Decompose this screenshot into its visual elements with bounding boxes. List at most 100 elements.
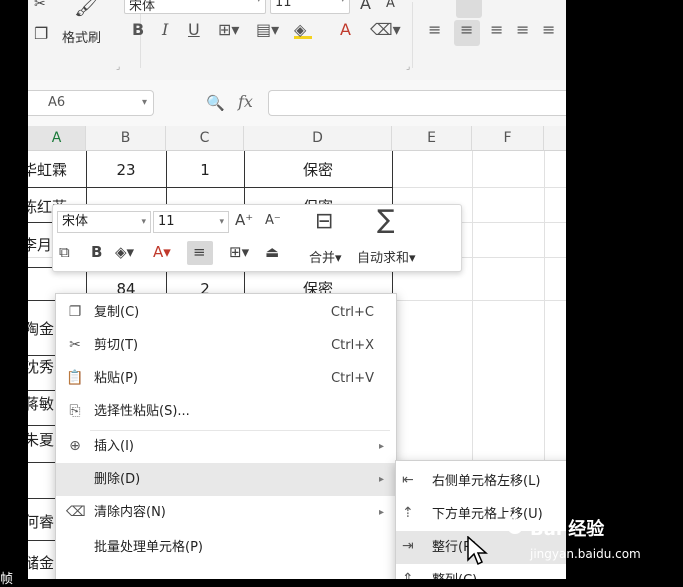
menu-item-paste-special[interactable]: ⎘ 选择性粘贴(S)... xyxy=(56,395,396,428)
border-icon[interactable]: ⊞▾ xyxy=(229,243,249,261)
format-painter-icon[interactable]: ⏏ xyxy=(265,243,279,261)
align-center-icon[interactable]: ≡ xyxy=(193,243,206,261)
menu-item-delete[interactable]: 删除(D) ▸ xyxy=(56,463,396,496)
eraser-icon: ⌫ xyxy=(66,504,86,520)
column-header-g[interactable] xyxy=(544,126,566,151)
bold-button[interactable]: B xyxy=(132,20,144,39)
merge-button[interactable]: 合并▾ xyxy=(309,247,342,266)
cell-a5[interactable]: 陶金 xyxy=(28,312,54,346)
menu-item-batch[interactable]: 批量处理单元格(P) xyxy=(56,531,396,564)
font-color-button[interactable]: A xyxy=(340,20,351,39)
italic-button[interactable]: I xyxy=(162,20,168,39)
cell-a11[interactable]: 储金 xyxy=(28,546,54,579)
column-header-f[interactable]: F xyxy=(472,126,544,151)
underline-button[interactable]: U xyxy=(188,20,200,39)
spreadsheet-window: ✂ ❐ 🖌 格式刷 宋体 ▾ 11 ▾ A A B I U ⊞▾ ▤▾ ◈ A … xyxy=(28,0,566,579)
menu-item-label: 选择性粘贴(S)... xyxy=(94,404,190,419)
table-border xyxy=(28,540,58,541)
eraser-icon[interactable]: ⌫▾ xyxy=(370,20,401,39)
merge-icon[interactable]: ⊟ xyxy=(315,209,333,234)
shift-left-icon: ⇤ xyxy=(402,472,414,488)
format-painter-icon[interactable]: 🖌 xyxy=(74,0,99,18)
font-name-select[interactable]: 宋体 ▾ xyxy=(124,0,266,14)
formula-bar: A6 ▾ 🔍 fx xyxy=(28,80,566,126)
formula-input[interactable] xyxy=(268,90,566,116)
clipboard-icon: 📋 xyxy=(66,370,84,386)
menu-item-paste[interactable]: 📋 粘贴(P) Ctrl+V xyxy=(56,362,396,395)
column-header-a[interactable]: A xyxy=(28,126,86,151)
font-color-icon[interactable]: A▾ xyxy=(153,243,171,261)
submenu-label: 右侧单元格左移(L) xyxy=(432,474,541,489)
font-size-select[interactable]: 11 ▾ xyxy=(270,0,350,14)
paw-logo-icon xyxy=(505,513,525,534)
chevron-right-icon: ▸ xyxy=(378,441,384,452)
dialog-launcher-icon[interactable]: ⌟ xyxy=(406,62,410,72)
row-icon: ⇥ xyxy=(402,538,414,554)
menu-item-shortcut: Ctrl+V xyxy=(331,371,374,386)
cell-a1[interactable]: 华虹霖 xyxy=(28,153,86,187)
cell-a6[interactable]: 沈秀 xyxy=(28,350,54,384)
grow-font-button[interactable]: A xyxy=(360,0,371,13)
column-header-b[interactable]: B xyxy=(86,126,166,151)
cell-a10[interactable]: 何睿 xyxy=(28,505,54,539)
menu-item-cut[interactable]: ✂ 剪切(T) Ctrl+X xyxy=(56,329,396,362)
scissors-icon[interactable]: ✂ xyxy=(34,0,46,12)
cell-d1[interactable]: 保密 xyxy=(244,153,392,187)
cell-a8[interactable]: 朱夏 xyxy=(28,423,54,457)
distributed-icon[interactable]: ≡ xyxy=(542,20,555,39)
mini-font-size-select[interactable]: 11 ▾ xyxy=(153,211,229,233)
context-menu: ❐ 复制(C) Ctrl+C ✂ 剪切(T) Ctrl+X 📋 粘贴(P) Ct… xyxy=(55,293,397,579)
table-border xyxy=(28,498,58,499)
name-box[interactable]: A6 ▾ xyxy=(28,90,154,116)
chevron-right-icon: ▸ xyxy=(378,474,384,485)
column-header-c[interactable]: C xyxy=(166,126,244,151)
menu-item-label: 批量处理单元格(P) xyxy=(94,540,203,555)
shrink-font-button[interactable]: A xyxy=(386,0,395,11)
watermark-url: jingyan.baidu.com xyxy=(530,547,641,561)
fill-color-icon[interactable]: ◈ xyxy=(294,20,312,39)
autosum-button[interactable]: 自动求和▾ xyxy=(357,247,416,266)
fill-color-icon[interactable]: ◈▾ xyxy=(115,243,134,261)
grow-font-icon[interactable]: A⁺ xyxy=(235,211,253,229)
chevron-down-icon: ▾ xyxy=(219,217,224,227)
cell-c1[interactable]: 1 xyxy=(166,153,244,187)
mouse-pointer-icon xyxy=(467,536,488,566)
mini-font-name-select[interactable]: 宋体 ▾ xyxy=(57,211,151,233)
shrink-font-icon[interactable]: A⁻ xyxy=(265,213,281,228)
align-right-icon[interactable]: ≡ xyxy=(490,20,503,39)
menu-item-label: 剪切(T) xyxy=(94,338,139,353)
sigma-icon[interactable]: ∑ xyxy=(377,205,395,235)
cell-b1[interactable]: 23 xyxy=(86,153,166,187)
baidu-watermark: Bai 经验 jingyan.baidu.com xyxy=(500,505,680,575)
font-name-value: 宋体 xyxy=(129,0,156,14)
paste-special-icon: ⎘ xyxy=(69,403,81,419)
border-icon[interactable]: ⊞▾ xyxy=(218,20,239,39)
menu-item-insert[interactable]: ⊕ 插入(I) ▸ xyxy=(56,430,396,463)
align-center-icon[interactable]: ≡ xyxy=(460,20,473,39)
menu-item-label: 清除内容(N) xyxy=(94,505,166,520)
mini-bold-button[interactable]: B xyxy=(91,243,102,261)
submenu-shift-left[interactable]: ⇤ 右侧单元格左移(L) xyxy=(396,465,566,498)
cell-style-icon[interactable]: ▤▾ xyxy=(256,20,279,39)
column-header-e[interactable]: E xyxy=(392,126,472,151)
wrap-text-icon[interactable]: ⧉ xyxy=(59,243,70,261)
column-icon: ⇕ xyxy=(402,571,414,579)
insert-function-button[interactable]: fx xyxy=(238,92,253,111)
copy-icon[interactable]: ❐ xyxy=(34,24,48,43)
menu-item-clear[interactable]: ⌫ 清除内容(N) ▸ xyxy=(56,496,396,529)
scissors-icon: ✂ xyxy=(69,337,81,353)
mini-font-name-value: 宋体 xyxy=(62,214,89,229)
justify-icon[interactable]: ≡ xyxy=(516,20,529,39)
menu-item-label: 删除(D) xyxy=(94,472,141,487)
dialog-launcher-icon[interactable]: ⌟ xyxy=(116,62,120,72)
zoom-search-icon[interactable]: 🔍 xyxy=(206,94,225,112)
ribbon-divider xyxy=(412,2,413,68)
column-header-d[interactable]: D xyxy=(244,126,392,151)
cell-a7[interactable]: 蒋敏 xyxy=(28,387,54,421)
align-left-icon[interactable]: ≡ xyxy=(428,20,441,39)
mini-font-size-value: 11 xyxy=(158,214,175,229)
format-painter-button[interactable]: 格式刷 xyxy=(62,27,101,46)
menu-item-copy[interactable]: ❐ 复制(C) Ctrl+C xyxy=(56,296,396,329)
watermark-brand: Bai 经验 xyxy=(530,519,605,540)
align-top-selected[interactable] xyxy=(456,0,482,18)
